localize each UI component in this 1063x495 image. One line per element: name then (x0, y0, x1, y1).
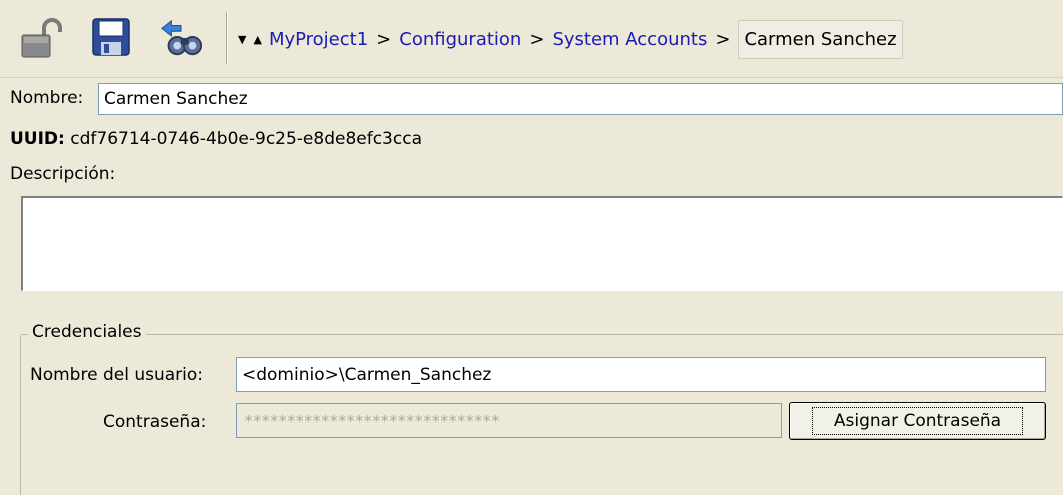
toolbar-separator (226, 12, 228, 64)
uuid-row: UUID: cdf76714-0746-4b0e-9c25-e8de8efc3c… (10, 129, 422, 149)
uuid-label: UUID: (10, 129, 65, 149)
password-input: ****************************** (236, 403, 782, 438)
breadcrumb-configuration[interactable]: Configuration (399, 29, 521, 50)
username-input[interactable]: <dominio>\Carmen_Sanchez (236, 357, 1046, 392)
unlock-icon[interactable] (18, 14, 64, 60)
breadcrumb-current: Carmen Sanchez (738, 19, 903, 59)
name-label: Nombre: (10, 88, 84, 108)
toolbar: ▼ ▲ MyProject1 > Configuration > System … (0, 0, 1063, 78)
description-label: Descripción: (10, 164, 116, 184)
breadcrumb: ▼ ▲ MyProject1 > Configuration > System … (238, 19, 903, 59)
breadcrumb-system-accounts[interactable]: System Accounts (552, 29, 707, 50)
breadcrumb-myproject[interactable]: MyProject1 (269, 29, 368, 50)
breadcrumb-separator: > (529, 28, 545, 50)
username-label: Nombre del usuario: (30, 365, 203, 385)
save-icon[interactable] (88, 14, 134, 60)
description-textarea[interactable] (21, 196, 1063, 291)
password-label: Contraseña: (103, 412, 207, 432)
breadcrumb-separator: > (715, 28, 731, 50)
uuid-value: cdf76714-0746-4b0e-9c25-e8de8efc3cca (70, 129, 422, 149)
breadcrumb-separator: > (376, 28, 392, 50)
name-input[interactable]: Carmen Sanchez (98, 83, 1063, 115)
set-password-button-label: Asignar Contraseña (811, 407, 1024, 435)
set-password-button[interactable]: Asignar Contraseña (789, 402, 1046, 440)
nav-down-icon[interactable]: ▼ (238, 33, 246, 46)
nav-up-icon[interactable]: ▲ (253, 33, 261, 46)
credentials-legend: Credenciales (28, 322, 146, 342)
find-references-icon[interactable] (158, 14, 204, 60)
